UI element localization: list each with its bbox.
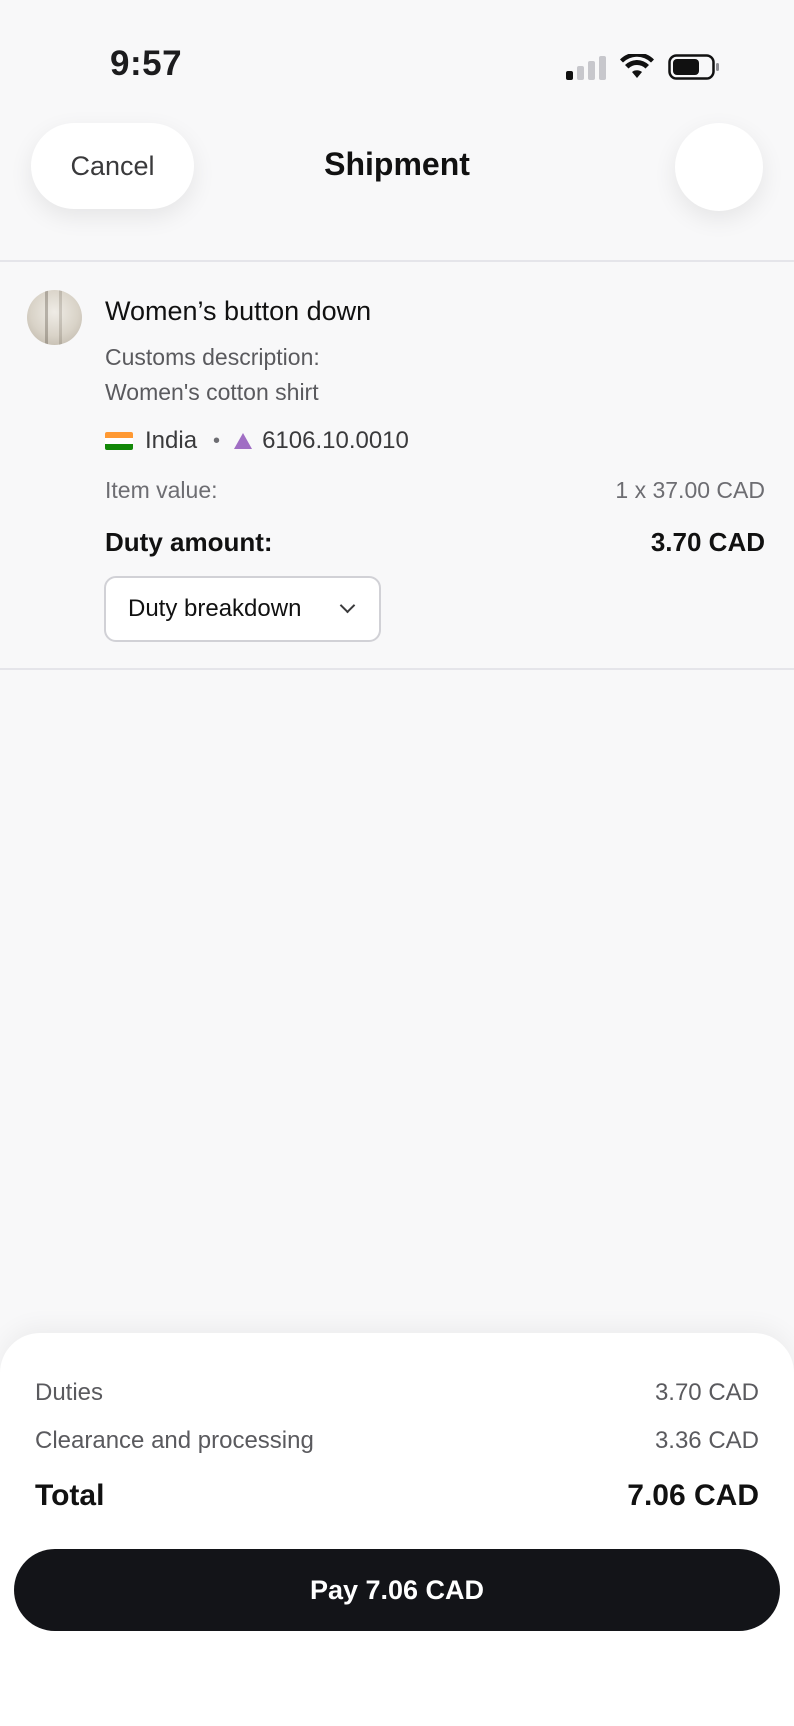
status-time: 9:57 <box>110 44 183 83</box>
status-bar: 9:57 <box>0 0 794 120</box>
duty-breakdown-dropdown[interactable]: Duty breakdown <box>104 576 381 642</box>
item-name: Women’s button down <box>105 296 372 326</box>
customs-description-value: Women's cotton shirt <box>105 379 319 405</box>
payment-summary-sheet: Duties 3.70 CAD Clearance and processing… <box>0 1333 794 1726</box>
item-value: 1 x 37.00 CAD <box>615 477 765 503</box>
header-divider <box>0 260 794 262</box>
total-label: Total <box>35 1479 105 1512</box>
item-value-label: Item value: <box>105 477 218 503</box>
duty-breakdown-label: Duty breakdown <box>128 595 302 622</box>
hs-code-icon <box>234 433 253 449</box>
total-value: 7.06 CAD <box>627 1479 759 1512</box>
shipment-screen: 9:57 Cancel Shipment Women’s button down… <box>0 0 794 1726</box>
pay-button[interactable]: Pay 7.06 CAD <box>14 1549 780 1631</box>
chevron-down-icon <box>339 597 356 614</box>
india-flag-icon <box>105 432 133 450</box>
origin-row: India • 6106.10.0010 <box>105 427 409 455</box>
duty-amount-value: 3.70 CAD <box>650 527 765 557</box>
clearance-value: 3.36 CAD <box>654 1427 759 1454</box>
item-divider <box>0 668 794 670</box>
origin-country: India <box>145 427 198 454</box>
duty-amount-label: Duty amount: <box>105 527 273 557</box>
separator-dot: • <box>213 429 221 452</box>
duties-value: 3.70 CAD <box>654 1379 759 1406</box>
header-action-button[interactable] <box>675 123 763 211</box>
cellular-signal-icon <box>566 54 606 80</box>
product-thumbnail <box>27 290 82 345</box>
battery-icon <box>668 54 719 80</box>
hs-code: 6106.10.0010 <box>262 427 409 454</box>
status-icons <box>566 50 720 80</box>
customs-description-label: Customs description: <box>105 344 320 370</box>
clearance-label: Clearance and processing <box>35 1427 314 1454</box>
duties-label: Duties <box>35 1379 104 1406</box>
wifi-icon <box>620 54 654 78</box>
